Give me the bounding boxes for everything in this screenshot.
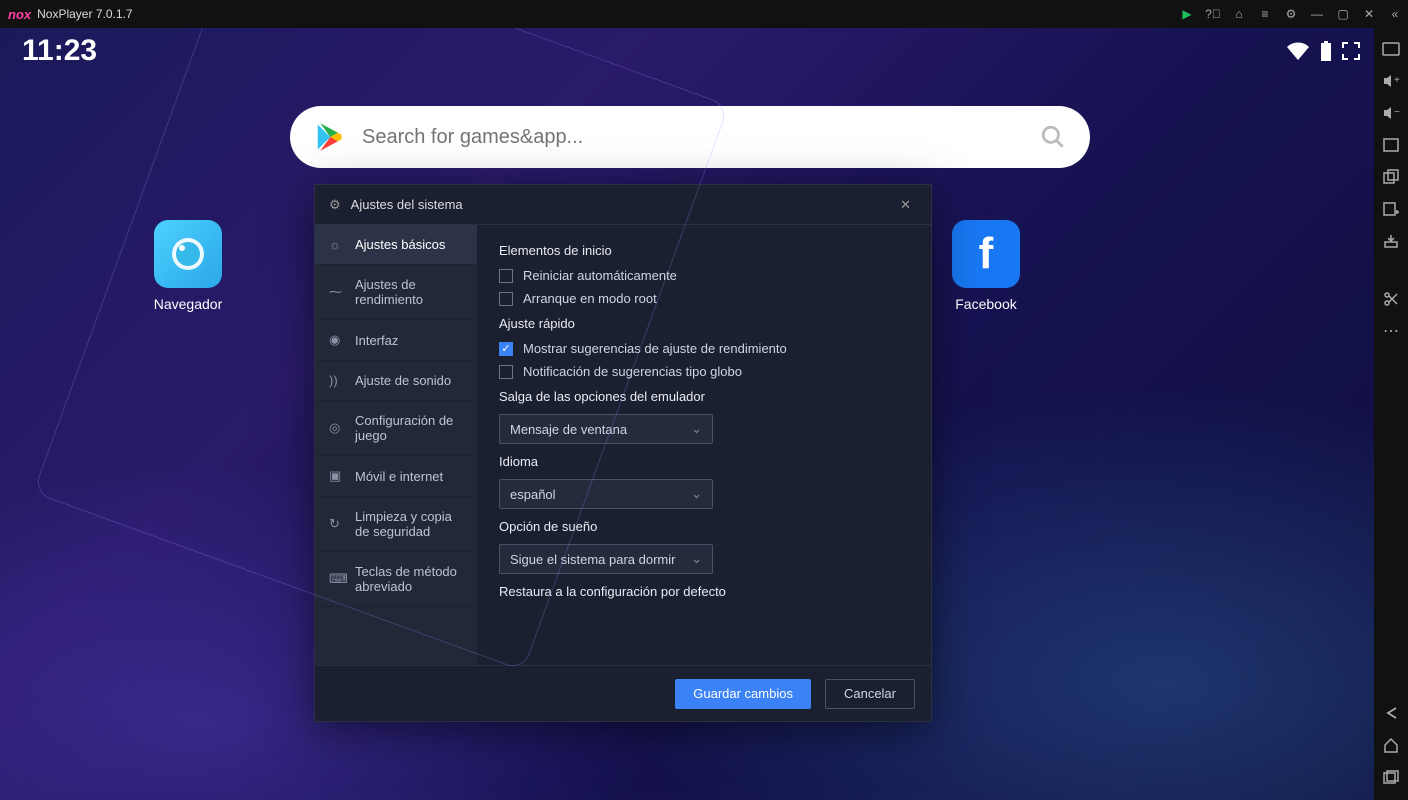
- collapse-icon[interactable]: «: [1382, 0, 1408, 28]
- settings-icon[interactable]: ⚙: [1278, 0, 1304, 28]
- multi-instance-icon[interactable]: [1374, 162, 1408, 192]
- keyboard-icon: ⌨: [329, 571, 345, 587]
- section-quick: Ajuste rápido: [499, 316, 909, 331]
- section-restore: Restaura a la configuración por defecto: [499, 584, 909, 599]
- settings-panel: Elementos de inicio Reiniciar automática…: [477, 225, 931, 665]
- wifi-icon: [1286, 42, 1310, 60]
- section-language: Idioma: [499, 454, 909, 469]
- install-icon[interactable]: [1374, 226, 1408, 256]
- close-dialog-icon[interactable]: ✕: [894, 191, 917, 219]
- help-icon[interactable]: ?⃞: [1200, 0, 1226, 28]
- pulse-icon: ⁓: [329, 284, 345, 300]
- eye-icon: ◉: [329, 332, 345, 348]
- section-startup: Elementos de inicio: [499, 243, 909, 258]
- save-button[interactable]: Guardar cambios: [675, 679, 811, 709]
- close-icon[interactable]: ✕: [1356, 0, 1382, 28]
- nav-performance[interactable]: ⁓Ajustes de rendimiento: [315, 265, 477, 320]
- right-toolbar: + − ⋯: [1374, 28, 1408, 800]
- nav-mobile[interactable]: ▣Móvil e internet: [315, 456, 477, 497]
- keyboard-map-icon[interactable]: [1374, 34, 1408, 64]
- svg-text:+: +: [1394, 75, 1400, 86]
- app-navegador[interactable]: Navegador: [148, 220, 228, 312]
- volume-down-icon[interactable]: −: [1374, 98, 1408, 128]
- add-apk-icon[interactable]: [1374, 194, 1408, 224]
- menu-icon[interactable]: ≡: [1252, 0, 1278, 28]
- settings-nav: ☼Ajustes básicos ⁓Ajustes de rendimiento…: [315, 225, 477, 665]
- home-icon[interactable]: ⌂: [1226, 0, 1252, 28]
- settings-dialog: ⚙ Ajustes del sistema ✕ ☼Ajustes básicos…: [314, 184, 932, 722]
- sliders-icon: ☼: [329, 237, 345, 252]
- check-restart[interactable]: Reiniciar automáticamente: [499, 268, 909, 283]
- section-exit: Salga de las opciones del emulador: [499, 389, 909, 404]
- dialog-header: ⚙ Ajustes del sistema ✕: [315, 185, 931, 225]
- android-statusbar: 11:23: [22, 34, 1360, 68]
- backup-icon: ↻: [329, 516, 345, 532]
- check-root[interactable]: Arranque en modo root: [499, 291, 909, 306]
- app-title: NoxPlayer 7.0.1.7: [37, 7, 132, 21]
- app-facebook[interactable]: f Facebook: [946, 220, 1026, 312]
- nox-logo: nox: [8, 7, 31, 22]
- scissors-icon[interactable]: [1374, 284, 1408, 314]
- check-balloon[interactable]: Notificación de sugerencias tipo globo: [499, 364, 909, 379]
- back-icon[interactable]: [1374, 698, 1408, 728]
- game-icon: ◎: [329, 420, 345, 436]
- battery-icon: [1320, 41, 1332, 61]
- nav-game[interactable]: ◎Configuración de juego: [315, 401, 477, 456]
- select-sleep[interactable]: Sigue el sistema para dormir⌄: [499, 544, 713, 574]
- google-play-icon: [314, 122, 344, 152]
- app-label: Navegador: [148, 296, 228, 312]
- volume-up-icon[interactable]: +: [1374, 66, 1408, 96]
- section-sleep: Opción de sueño: [499, 519, 909, 534]
- minimize-icon[interactable]: —: [1304, 0, 1330, 28]
- nav-sound[interactable]: ))Ajuste de sonido: [315, 361, 477, 401]
- cancel-button[interactable]: Cancelar: [825, 679, 915, 709]
- recents-icon[interactable]: [1374, 762, 1408, 792]
- screenshot-icon[interactable]: [1374, 130, 1408, 160]
- dialog-title: Ajustes del sistema: [351, 197, 463, 212]
- titlebar: nox NoxPlayer 7.0.1.7 ▶ ?⃞ ⌂ ≡ ⚙ — ▢ ✕ «: [0, 0, 1408, 28]
- search-icon[interactable]: [1040, 124, 1066, 150]
- nav-shortcut[interactable]: ⌨Teclas de método abreviado: [315, 552, 477, 607]
- nav-interface[interactable]: ◉Interfaz: [315, 320, 477, 361]
- search-input[interactable]: [362, 126, 1040, 149]
- svg-text:−: −: [1394, 107, 1400, 118]
- dialog-footer: Guardar cambios Cancelar: [315, 665, 931, 721]
- search-bar[interactable]: [290, 106, 1090, 168]
- chevron-down-icon: ⌄: [691, 486, 702, 502]
- gear-icon: ⚙: [329, 197, 341, 213]
- desktop: 11:23 Navegador f Facebook ⚙ Ajustes del…: [0, 28, 1374, 800]
- chevron-down-icon: ⌄: [691, 551, 702, 567]
- nav-basic[interactable]: ☼Ajustes básicos: [315, 225, 477, 265]
- more-icon[interactable]: ⋯: [1374, 316, 1408, 346]
- play-store-icon[interactable]: ▶: [1174, 0, 1200, 28]
- clock: 11:23: [22, 34, 97, 68]
- app-label: Facebook: [946, 296, 1026, 312]
- mobile-icon: ▣: [329, 468, 345, 484]
- select-language[interactable]: español⌄: [499, 479, 713, 509]
- nav-cleanup[interactable]: ↻Limpieza y copia de seguridad: [315, 497, 477, 552]
- chevron-down-icon: ⌄: [691, 421, 702, 437]
- select-exit[interactable]: Mensaje de ventana⌄: [499, 414, 713, 444]
- maximize-icon[interactable]: ▢: [1330, 0, 1356, 28]
- home-nav-icon[interactable]: [1374, 730, 1408, 760]
- check-suggestions[interactable]: ✓Mostrar sugerencias de ajuste de rendim…: [499, 341, 909, 356]
- sound-icon: )): [329, 373, 345, 388]
- fullscreen-icon[interactable]: [1342, 42, 1360, 60]
